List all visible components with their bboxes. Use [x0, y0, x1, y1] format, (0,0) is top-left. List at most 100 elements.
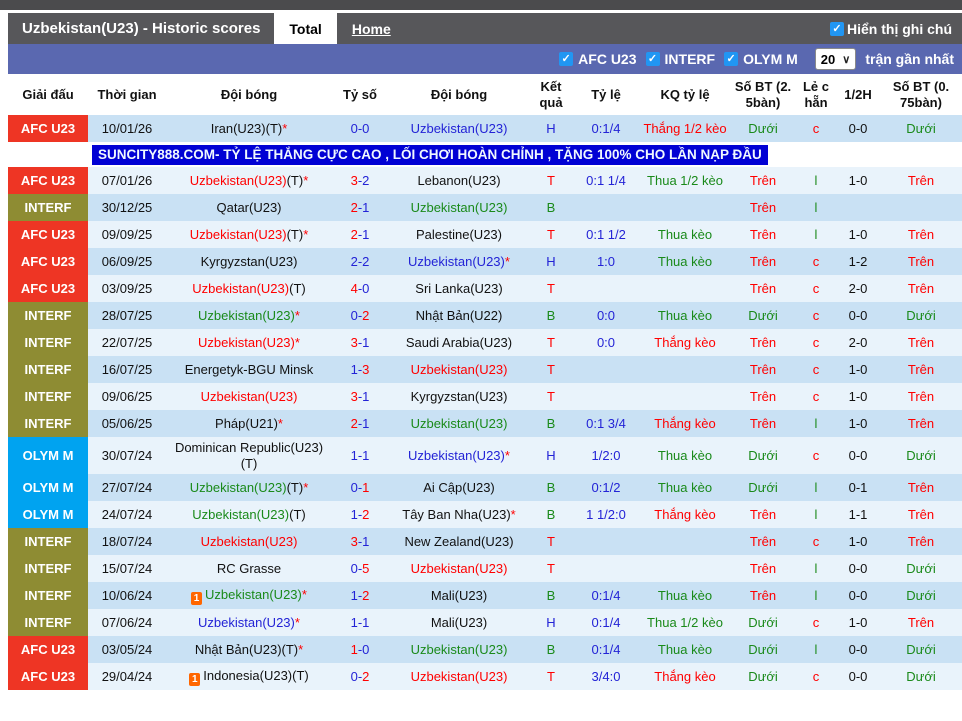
team-name-part: Ai Cập(U23) — [423, 480, 495, 496]
team-name-part: Uzbekistan(U23) — [200, 534, 298, 550]
chevron-down-icon: ∨ — [842, 53, 851, 66]
team-name-part: Qatar(U23) — [216, 199, 282, 215]
match-score: 4-0 — [332, 275, 388, 303]
goals-over075-cell: Dưới — [880, 115, 962, 143]
handicap-odds-cell: 0:1/2 — [572, 474, 640, 502]
team-name-part: Uzbekistan(U23) — [408, 447, 505, 463]
result-cell-value: B — [546, 307, 556, 323]
home-team: 1 Uzbekistan(U23)* — [166, 582, 332, 610]
checkbox-checked-icon[interactable]: ✓ — [559, 52, 574, 66]
filter-interf[interactable]: ✓ INTERF — [645, 51, 715, 67]
goals-over075-cell: Trên — [880, 275, 962, 303]
odd-even-cell-value: c — [812, 388, 820, 404]
team-name-part: Mali(U23) — [430, 615, 488, 631]
home-goals: 1 — [350, 507, 358, 523]
checkbox-checked-icon[interactable]: ✓ — [645, 52, 660, 66]
tab-home[interactable]: Home — [337, 13, 406, 44]
match-row: INTERF 22/07/25 Uzbekistan(U23)* 3-1 Saudi A… — [8, 329, 962, 357]
home-goals: 2 — [350, 199, 358, 215]
home-team: Qatar(U23) — [166, 194, 332, 222]
red-card-icon: 1 — [189, 672, 201, 686]
checkbox-checked-icon[interactable]: ✓ — [830, 21, 844, 36]
away-goals: 0 — [362, 120, 370, 136]
odd-even-cell: c — [796, 383, 836, 411]
goals-over075-cell: Trên — [880, 501, 962, 529]
goals-over075-cell-value: Dưới — [906, 307, 936, 323]
match-row: INTERF 15/07/24 RC Grasse 0-5 Uzbekistan(U23… — [8, 555, 962, 583]
home-team: Kyrgyzstan(U23) — [166, 248, 332, 276]
halftime-score-cell — [836, 194, 880, 222]
odd-even-cell-value: l — [814, 226, 818, 242]
odds-result-cell-value: Thắng kèo — [654, 334, 716, 350]
match-row: AFC U23 10/01/26 Iran(U23)(T)* 0-0 Uzbekista… — [8, 115, 962, 143]
away-goals: 1 — [362, 388, 370, 404]
team-name-part: * — [510, 507, 516, 523]
team-name-part: Uzbekistan(U23) — [205, 586, 302, 602]
league-badge: INTERF — [8, 410, 88, 438]
goals-over25-cell-value: Trên — [749, 199, 777, 215]
match-date: 06/09/25 — [88, 248, 166, 276]
result-cell: B — [530, 636, 572, 664]
odd-even-cell-value: c — [812, 120, 820, 136]
odds-result-cell-value: Thua 1/2 kèo — [647, 615, 723, 631]
handicap-odds-cell: 3/4:0 — [572, 663, 640, 691]
goals-over075-cell-value: Trên — [907, 361, 935, 377]
league-badge: AFC U23 — [8, 248, 88, 276]
goals-over25-cell-value: Dưới — [748, 307, 778, 323]
team-name-part: Uzbekistan(U23) — [410, 120, 508, 136]
promo-banner-link[interactable]: SUNCITY888.COM- TỶ LỆ THẮNG CỰC CAO , LỐ… — [92, 144, 768, 165]
match-date: 24/07/24 — [88, 501, 166, 529]
col-league: Giải đấu — [8, 74, 88, 116]
away-team: Kyrgyzstan(U23) — [388, 383, 530, 411]
goals-over075-cell-value: Dưới — [906, 669, 936, 685]
away-team: Ai Cập(U23) — [388, 474, 530, 502]
goals-over25-cell-value: Trên — [749, 226, 777, 242]
team-name-part: Sri Lanka(U23) — [415, 280, 503, 296]
goals-over25-cell-value: Trên — [749, 361, 777, 377]
halftime-score-cell: 0-0 — [836, 582, 880, 610]
odd-even-cell: c — [796, 302, 836, 330]
filter-olym-m[interactable]: ✓ OLYM M — [724, 51, 798, 67]
tab-total[interactable]: Total — [274, 13, 337, 44]
away-goals: 2 — [362, 172, 370, 188]
odds-result-cell: Thua 1/2 kèo — [640, 167, 730, 195]
match-score: 3-2 — [332, 167, 388, 195]
league-badge: INTERF — [8, 383, 88, 411]
home-goals: 2 — [350, 226, 358, 242]
team-name-part: (T) — [286, 480, 304, 496]
home-goals: 0 — [350, 669, 358, 685]
match-row: INTERF 07/06/24 Uzbekistan(U23)* 1-1 Mali(U2… — [8, 609, 962, 637]
match-date: 22/07/25 — [88, 329, 166, 357]
odd-even-cell-value: l — [814, 642, 818, 658]
handicap-odds-cell: 0:1/4 — [572, 609, 640, 637]
away-team: Palestine(U23) — [388, 221, 530, 249]
filter-afc-u23[interactable]: ✓ AFC U23 — [559, 51, 637, 67]
goals-over075-cell-value: Dưới — [906, 561, 936, 577]
team-name-part: Energetyk-BGU Minsk — [184, 361, 314, 377]
away-goals: 2 — [362, 588, 370, 604]
col-odds_result: KQ tỷ lệ — [640, 74, 730, 116]
checkbox-checked-icon[interactable]: ✓ — [724, 52, 739, 66]
match-score: 1-1 — [332, 437, 388, 475]
league-badge: OLYM M — [8, 501, 88, 529]
home-team: Uzbekistan(U23)(T)* — [166, 167, 332, 195]
match-row: AFC U23 03/05/24 Nhật Bản(U23)(T)* 1-0 Uzbek… — [8, 636, 962, 664]
away-goals: 1 — [362, 480, 370, 496]
team-name-part: Uzbekistan(U23) — [189, 172, 287, 188]
show-notes-toggle[interactable]: ✓ Hiển thị ghi chú — [830, 13, 962, 44]
odd-even-cell: l — [796, 636, 836, 664]
handicap-odds-cell: 0:1 1/2 — [572, 221, 640, 249]
league-badge: INTERF — [8, 555, 88, 583]
team-name-part: * — [303, 480, 309, 496]
recent-count-select[interactable]: 20 ∨ — [814, 48, 857, 70]
odd-even-cell: l — [796, 555, 836, 583]
odd-even-cell-value: c — [812, 447, 820, 463]
goals-over075-cell: Trên — [880, 383, 962, 411]
handicap-odds-cell: 0:1/4 — [572, 636, 640, 664]
goals-over075-cell-value: Trên — [907, 615, 935, 631]
handicap-odds-cell: 0:0 — [572, 302, 640, 330]
title-bar: Uzbekistan(U23) - Historic scores Total … — [8, 13, 962, 44]
result-cell: T — [530, 663, 572, 691]
match-date: 30/07/24 — [88, 437, 166, 475]
goals-over25-cell: Trên — [730, 221, 796, 249]
